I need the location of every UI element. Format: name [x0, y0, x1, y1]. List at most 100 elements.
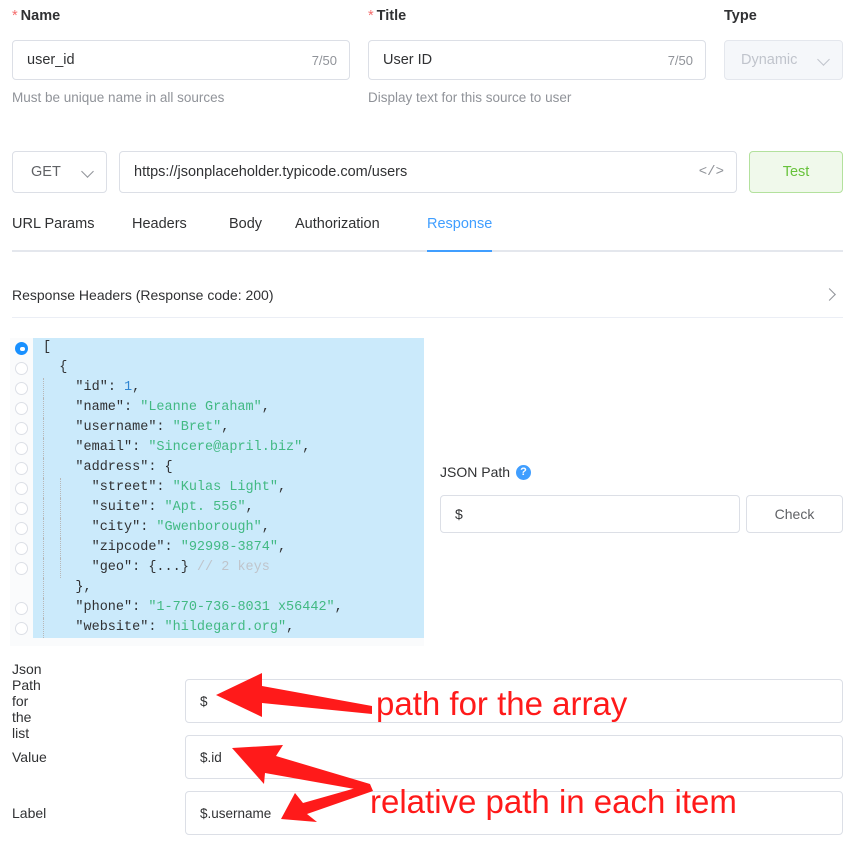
json-token: "username": [75, 420, 156, 435]
json-line-code: "suite": "Apt. 556",: [33, 498, 424, 518]
check-button[interactable]: Check: [746, 495, 843, 533]
tab-authorization[interactable]: Authorization: [295, 212, 380, 250]
json-line-radio-cell: [10, 442, 33, 455]
radio-button[interactable]: [15, 402, 28, 415]
json-token: ,: [286, 620, 294, 635]
json-token: "suite": [92, 500, 149, 515]
url-input-value: https://jsonplaceholder.typicode.com/use…: [134, 164, 699, 180]
question-mark-icon[interactable]: ?: [516, 465, 531, 480]
json-line-code: "username": "Bret",: [33, 418, 424, 438]
json-line-radio-cell: [10, 362, 33, 375]
indent-guide: [60, 498, 61, 518]
json-token: "Gwenborough": [156, 520, 261, 535]
json-line[interactable]: "street": "Kulas Light",: [10, 478, 424, 498]
json-line-radio-cell: [10, 402, 33, 415]
indent-guide: [43, 518, 44, 538]
json-line-code: [: [33, 338, 424, 358]
json-line[interactable]: "username": "Bret",: [10, 418, 424, 438]
json-line-radio-cell: [10, 462, 33, 475]
type-select-value: Dynamic: [741, 52, 797, 68]
name-input[interactable]: user_id 7/50: [12, 40, 350, 80]
json-line[interactable]: "suite": "Apt. 556",: [10, 498, 424, 518]
required-asterisk: *: [12, 8, 18, 24]
indent-guide: [43, 578, 44, 598]
json-line[interactable]: "address": {: [10, 458, 424, 478]
json-line[interactable]: [: [10, 338, 424, 358]
json-line[interactable]: "city": "Gwenborough",: [10, 518, 424, 538]
indent-guide: [43, 458, 44, 478]
json-line-code: "city": "Gwenborough",: [33, 518, 424, 538]
json-line-code: "id": 1,: [33, 378, 424, 398]
json-token: "city": [92, 520, 141, 535]
radio-button[interactable]: [15, 462, 28, 475]
json-line[interactable]: {: [10, 358, 424, 378]
radio-button[interactable]: [15, 602, 28, 615]
json-token: :: [124, 400, 140, 415]
json-line-code: "phone": "1-770-736-8031 x56442",: [33, 598, 424, 618]
response-headers-row[interactable]: Response Headers (Response code: 200): [12, 272, 843, 318]
json-line[interactable]: "phone": "1-770-736-8031 x56442",: [10, 598, 424, 618]
json-line[interactable]: "website": "hildegard.org",: [10, 618, 424, 638]
json-line[interactable]: },: [10, 578, 424, 598]
radio-selected[interactable]: [15, 342, 28, 355]
json-line[interactable]: "zipcode": "92998-3874",: [10, 538, 424, 558]
value-input[interactable]: $.id: [185, 735, 843, 779]
json-token: :: [156, 480, 172, 495]
test-button[interactable]: Test: [749, 151, 843, 193]
json-line-radio-cell: [10, 502, 33, 515]
json-path-input[interactable]: $: [440, 495, 740, 533]
json-line-code: "geo": {...} // 2 keys: [33, 558, 424, 578]
type-label: Type: [724, 8, 843, 25]
name-label: *Name: [12, 8, 350, 25]
tab-body[interactable]: Body: [229, 212, 262, 250]
radio-button[interactable]: [15, 362, 28, 375]
json-token: "address": [75, 460, 148, 475]
json-response-viewer[interactable]: [ { "id": 1, "name": "Leanne Graham", "u…: [10, 338, 424, 646]
chevron-right-icon[interactable]: [824, 288, 837, 301]
json-path-label: JSON Path ?: [440, 464, 531, 480]
http-method-select[interactable]: GET: [12, 151, 107, 193]
label-input[interactable]: $.username: [185, 791, 843, 835]
json-line-radio-cell: [10, 482, 33, 495]
indent-guide: [43, 498, 44, 518]
radio-button[interactable]: [15, 622, 28, 635]
json-token: "street": [92, 480, 157, 495]
radio-button[interactable]: [15, 382, 28, 395]
json-line-code: },: [33, 578, 424, 598]
json-token: :: [165, 540, 181, 555]
radio-button[interactable]: [15, 562, 28, 575]
request-tabs: URL Params Headers Body Authorization Re…: [12, 212, 843, 252]
code-icon[interactable]: </>: [699, 164, 724, 180]
name-char-counter: 7/50: [312, 53, 349, 68]
json-token: "Leanne Graham": [140, 400, 262, 415]
title-input[interactable]: User ID 7/50: [368, 40, 706, 80]
json-path-for-list-input[interactable]: $: [185, 679, 843, 723]
json-token: "Sincere@april.biz": [148, 440, 302, 455]
json-token: "Bret": [173, 420, 222, 435]
json-token: ,: [335, 600, 343, 615]
json-line[interactable]: "email": "Sincere@april.biz",: [10, 438, 424, 458]
radio-button[interactable]: [15, 482, 28, 495]
tab-response[interactable]: Response: [427, 212, 492, 250]
url-input[interactable]: https://jsonplaceholder.typicode.com/use…: [119, 151, 737, 193]
json-token: :: [132, 600, 148, 615]
radio-button[interactable]: [15, 442, 28, 455]
json-line[interactable]: "geo": {...} // 2 keys: [10, 558, 424, 578]
json-token: {: [59, 360, 67, 375]
json-line[interactable]: "name": "Leanne Graham",: [10, 398, 424, 418]
indent-guide: [43, 558, 44, 578]
tab-url-params[interactable]: URL Params: [12, 212, 94, 250]
radio-button[interactable]: [15, 422, 28, 435]
json-token: // 2 keys: [197, 560, 270, 575]
tab-headers[interactable]: Headers: [132, 212, 187, 250]
json-token: ,: [302, 440, 310, 455]
radio-button[interactable]: [15, 502, 28, 515]
radio-button[interactable]: [15, 542, 28, 555]
json-line-radio-cell: [10, 342, 33, 355]
indent-guide: [43, 418, 44, 438]
json-token: "name": [75, 400, 124, 415]
radio-button[interactable]: [15, 522, 28, 535]
json-token: "92998-3874": [181, 540, 278, 555]
type-select: Dynamic: [724, 40, 843, 80]
json-line[interactable]: "id": 1,: [10, 378, 424, 398]
